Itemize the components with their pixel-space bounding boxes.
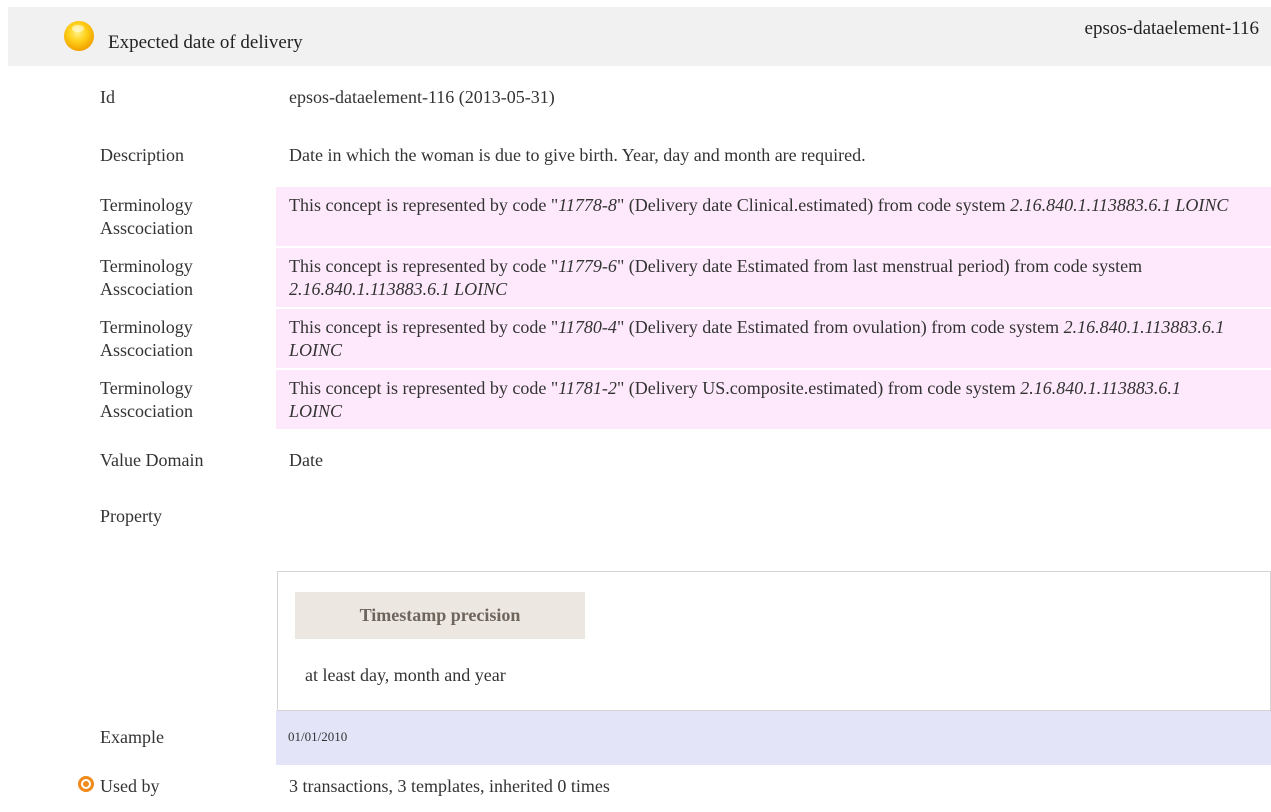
terminology-text: This concept is represented by code "117…	[289, 378, 1181, 421]
terminology-label: Terminology Asscociation	[100, 378, 193, 421]
code-system: 2.16.840.1.113883.6.1 LOINC	[1010, 195, 1229, 215]
terminology-label: Terminology Asscociation	[100, 256, 193, 299]
status-dot-icon	[64, 21, 94, 51]
terminology-text: This concept is represented by code "117…	[289, 317, 1225, 360]
header-bar: Expected date of delivery epsos-dataelem…	[8, 7, 1271, 66]
id-value: epsos-dataelement-116 (2013-05-31)	[289, 87, 555, 107]
terminology-label: Terminology Asscociation	[100, 195, 193, 238]
property-label: Property	[100, 506, 162, 526]
property-header: Timestamp precision	[295, 592, 585, 639]
description-label: Description	[100, 145, 184, 165]
description-value: Date in which the woman is due to give b…	[289, 145, 866, 165]
terminology-code: 11781-2	[558, 378, 617, 398]
terminology-box: This concept is represented by code "117…	[276, 187, 1271, 246]
concept-id-label: epsos-dataelement-116	[1084, 18, 1259, 39]
terminology-code: 11779-6	[558, 256, 617, 276]
used-by-value: 3 transactions, 3 templates, inherited 0…	[289, 776, 610, 796]
value-domain-value: Date	[289, 450, 323, 470]
code-system: 2.16.840.1.113883.6.1 LOINC	[289, 279, 508, 299]
property-box: Timestamp precision at least day, month …	[277, 571, 1271, 711]
example-value: 01/01/2010	[288, 729, 348, 744]
value-domain-label: Value Domain	[100, 450, 204, 470]
used-by-label: Used by	[100, 776, 160, 796]
example-label: Example	[100, 727, 164, 747]
concept-title: Expected date of delivery	[108, 32, 303, 53]
target-icon	[78, 776, 94, 792]
terminology-box: This concept is represented by code "117…	[276, 248, 1271, 307]
terminology-text: This concept is represented by code "117…	[289, 256, 1143, 299]
terminology-box: This concept is represented by code "117…	[276, 309, 1271, 368]
terminology-code: 11778-8	[558, 195, 617, 215]
terminology-label: Terminology Asscociation	[100, 317, 193, 360]
example-box: 01/01/2010	[276, 711, 1271, 765]
id-label: Id	[100, 87, 115, 107]
property-value: at least day, month and year	[305, 665, 506, 685]
terminology-code: 11780-4	[558, 317, 617, 337]
terminology-text: This concept is represented by code "117…	[289, 195, 1229, 215]
terminology-box: This concept is represented by code "117…	[276, 370, 1271, 429]
